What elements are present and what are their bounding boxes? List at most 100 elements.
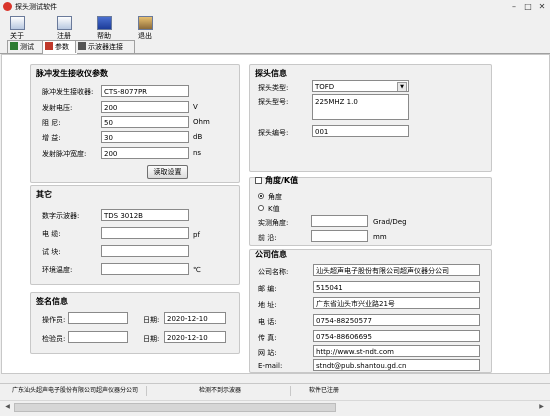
probe-model-input[interactable]: 225MHZ 1.0	[312, 94, 409, 120]
k-value-radio-label: K值	[268, 205, 280, 213]
temperature-label: 环境温度:	[42, 266, 73, 274]
exit-button[interactable]: 退出	[131, 15, 159, 40]
measured-angle-unit: Grad/Deg	[373, 218, 407, 226]
email-input[interactable]: stndt@pub.shantou.gd.cn	[313, 359, 480, 371]
chevron-down-icon[interactable]: ▼	[397, 82, 407, 91]
fax-input[interactable]: 0754-88606695	[313, 330, 480, 342]
front-edge-unit: mm	[373, 233, 387, 241]
window-title: 探头测试软件	[15, 3, 57, 11]
app-logo-icon	[3, 2, 12, 11]
maximize-icon[interactable]: □	[521, 1, 535, 12]
oscilloscope-icon	[78, 42, 86, 50]
probe-type-value: TOFD	[315, 83, 335, 91]
scrollbar-thumb[interactable]	[14, 403, 336, 412]
angle-title: 角度/K值	[265, 176, 299, 185]
fax-label: 传 真:	[258, 334, 277, 342]
status-company: 广东汕头超声电子股份有限公司超声仪器分公司	[4, 386, 147, 396]
measured-angle-input[interactable]	[311, 215, 368, 227]
email-label: E-mail:	[258, 362, 283, 370]
block-label: 试 块:	[42, 248, 61, 256]
about-button[interactable]: 关于	[3, 15, 31, 40]
probe-type-select[interactable]: TOFD ▼	[312, 80, 409, 92]
scroll-right-icon[interactable]: ▶	[537, 402, 546, 411]
gain-label: 增 益:	[42, 134, 61, 142]
toolbar	[0, 14, 550, 40]
angle-radio-label: 角度	[268, 193, 282, 201]
probe-model-label: 探头型号:	[258, 98, 289, 106]
damping-input[interactable]: 50	[101, 116, 189, 128]
pulse-width-input[interactable]: 200	[101, 147, 189, 159]
tab-test[interactable]: 测试	[7, 40, 45, 53]
zip-input[interactable]: 515041	[313, 281, 480, 293]
operator-date-input[interactable]: 2020-12-10	[164, 312, 226, 324]
tab-params[interactable]: 参数	[42, 40, 78, 54]
close-icon[interactable]: ✕	[535, 1, 549, 12]
probe-serial-input[interactable]: 001	[312, 125, 409, 137]
signature-title: 签名信息	[36, 297, 68, 306]
measured-angle-label: 实测角度:	[258, 219, 289, 227]
cable-unit: pf	[193, 231, 200, 239]
temperature-input[interactable]	[101, 263, 189, 275]
pulse-width-label: 发射脉冲宽度:	[42, 150, 87, 158]
gain-input[interactable]: 30	[101, 131, 189, 143]
pulser-title: 脉冲发生接收仪参数	[36, 69, 108, 78]
scope-input[interactable]: TDS 3012B	[101, 209, 189, 221]
k-value-radio[interactable]	[258, 205, 264, 211]
title-bar	[0, 0, 550, 15]
company-title: 公司信息	[255, 250, 287, 259]
temperature-unit: ℃	[193, 266, 201, 274]
voltage-unit: V	[193, 103, 198, 111]
checker-date-input[interactable]: 2020-12-10	[164, 331, 226, 343]
front-edge-input[interactable]	[311, 230, 368, 242]
angle-group	[249, 177, 492, 246]
about-icon	[9, 16, 25, 30]
company-name-label: 公司名称:	[258, 268, 289, 276]
cable-input[interactable]	[101, 227, 189, 239]
operator-input[interactable]	[68, 312, 128, 324]
angle-radio[interactable]	[258, 193, 264, 199]
phone-input[interactable]: 0754-88250577	[313, 314, 480, 326]
pulse-width-unit: ns	[193, 149, 202, 157]
block-input[interactable]	[101, 245, 189, 257]
front-edge-label: 前 沿:	[258, 234, 277, 242]
receiver-input[interactable]: CTS-8077PR	[101, 85, 189, 97]
address-label: 地 址:	[258, 301, 277, 309]
company-name-input[interactable]: 汕头超声电子股份有限公司超声仪器分公司	[313, 264, 480, 276]
test-icon	[10, 42, 18, 50]
cable-label: 电 缆:	[42, 230, 61, 238]
address-input[interactable]: 广东省汕头市兴业路21号	[313, 297, 480, 309]
status-scope: 检测不到示波器	[150, 386, 291, 396]
checker-input[interactable]	[68, 331, 128, 343]
voltage-label: 发射电压:	[42, 104, 73, 112]
params-icon	[45, 42, 53, 50]
tab-test-label: 测试	[20, 43, 34, 51]
website-input[interactable]: http://www.st-ndt.com	[313, 345, 480, 357]
minimize-icon[interactable]: –	[507, 1, 521, 12]
operator-label: 操作员:	[42, 316, 66, 324]
probe-serial-label: 探头编号:	[258, 129, 289, 137]
help-icon	[96, 16, 112, 30]
voltage-input[interactable]: 200	[101, 101, 189, 113]
damping-label: 阻 尼:	[42, 119, 61, 127]
tab-oscilloscope-label: 示波器连接	[88, 43, 123, 51]
status-license: 软件已注册	[308, 387, 339, 394]
zip-label: 邮 编:	[258, 285, 277, 293]
operator-date-label: 日期:	[143, 316, 160, 324]
tab-oscilloscope[interactable]: 示波器连接	[75, 40, 135, 53]
gain-unit: dB	[193, 133, 203, 141]
receiver-label: 脉冲发生接收器:	[42, 88, 94, 96]
probe-title: 探头信息	[255, 69, 287, 78]
website-label: 网 站:	[258, 349, 277, 357]
register-icon	[56, 16, 72, 30]
angle-group-checkbox[interactable]	[255, 177, 262, 184]
checker-date-label: 日期:	[143, 335, 160, 343]
scroll-left-icon[interactable]: ◀	[3, 402, 12, 411]
checker-label: 检验员:	[42, 335, 66, 343]
phone-label: 电 话:	[258, 318, 277, 326]
read-settings-button[interactable]: 读取设置	[147, 165, 188, 179]
scope-label: 数字示波器:	[42, 212, 80, 220]
register-button[interactable]: 注册	[50, 15, 78, 40]
other-title: 其它	[36, 190, 52, 199]
help-button[interactable]: 帮助	[90, 15, 118, 40]
probe-type-label: 探头类型:	[258, 84, 289, 92]
